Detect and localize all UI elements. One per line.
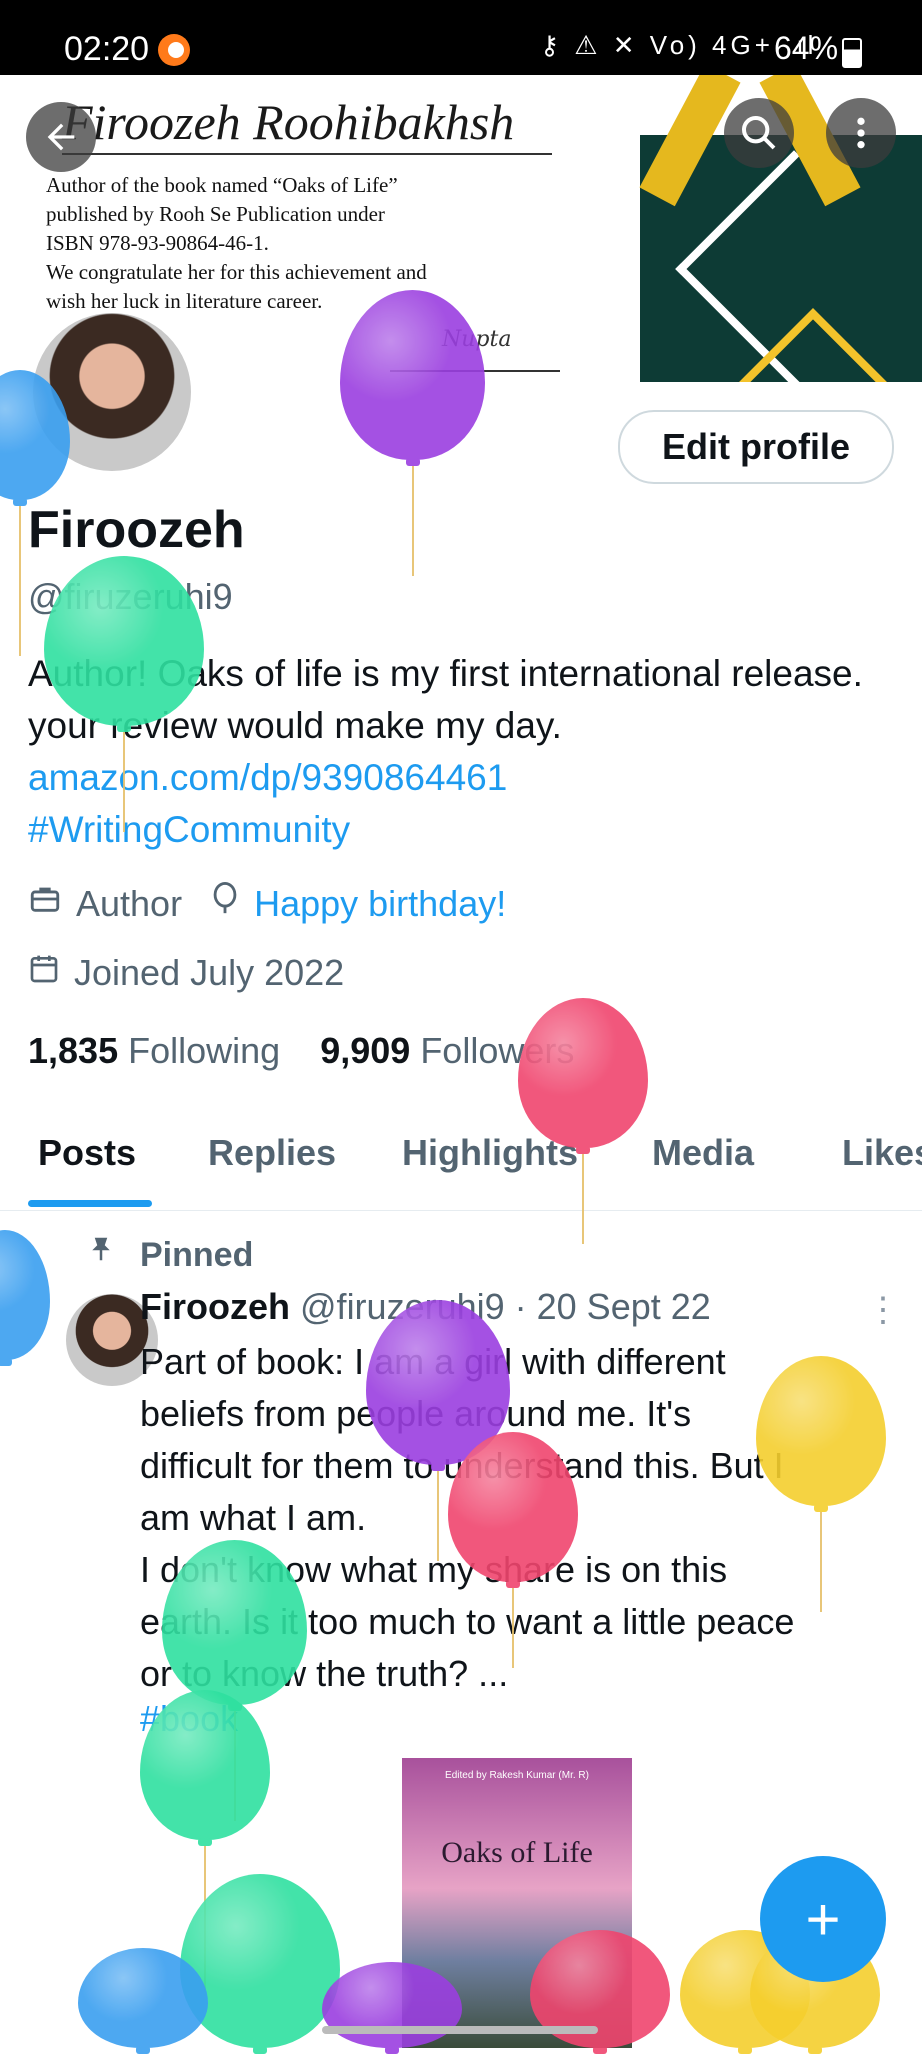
- compose-post-button[interactable]: +: [760, 1856, 886, 1982]
- balloon: [140, 1690, 270, 2000]
- balloon: [0, 1230, 50, 1370]
- balloon: [448, 1432, 578, 1672]
- gesture-nav-handle: [322, 2026, 598, 2034]
- balloon: [162, 1540, 307, 1825]
- balloon: [0, 370, 70, 660]
- balloon: [340, 290, 485, 580]
- birthday-balloons-overlay: [0, 0, 922, 2054]
- balloon: [78, 1948, 208, 2058]
- balloon: [530, 1930, 670, 2058]
- balloon: [44, 556, 204, 836]
- balloon: [322, 1962, 462, 2058]
- balloon: [756, 1356, 886, 1616]
- balloon: [366, 1300, 510, 1565]
- balloon: [180, 1874, 340, 2058]
- balloon: [518, 998, 648, 1248]
